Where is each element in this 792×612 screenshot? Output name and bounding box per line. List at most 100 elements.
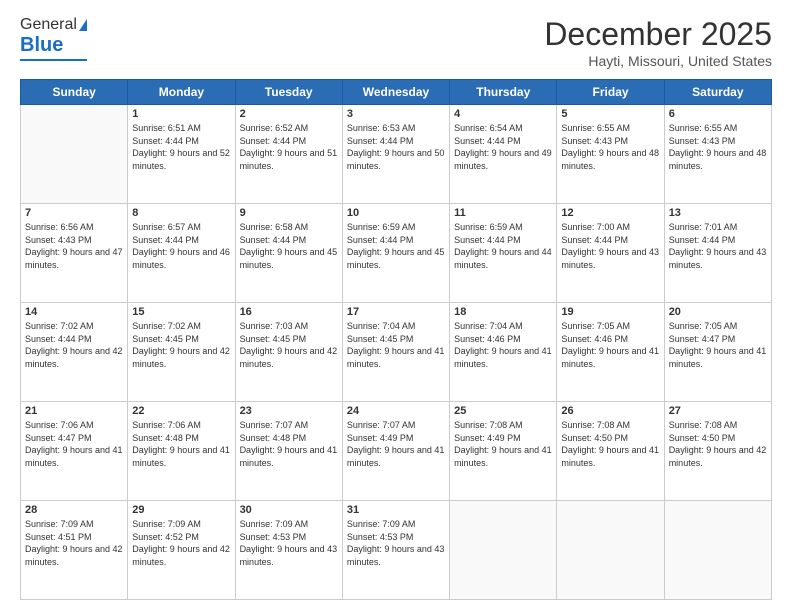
calendar-week-4: 28 Sunrise: 7:09 AMSunset: 4:51 PMDaylig… xyxy=(21,501,772,600)
day-info: Sunrise: 6:58 AMSunset: 4:44 PMDaylight:… xyxy=(240,221,338,271)
day-number: 29 xyxy=(132,504,230,516)
month-title: December 2025 xyxy=(544,16,772,53)
day-number: 24 xyxy=(347,405,445,417)
logo-triangle-icon xyxy=(79,19,87,31)
day-number: 13 xyxy=(669,207,767,219)
day-number: 7 xyxy=(25,207,123,219)
calendar-cell: 1 Sunrise: 6:51 AMSunset: 4:44 PMDayligh… xyxy=(128,105,235,204)
calendar-cell: 29 Sunrise: 7:09 AMSunset: 4:52 PMDaylig… xyxy=(128,501,235,600)
calendar-cell: 21 Sunrise: 7:06 AMSunset: 4:47 PMDaylig… xyxy=(21,402,128,501)
calendar-cell xyxy=(21,105,128,204)
weekday-header-monday: Monday xyxy=(128,80,235,105)
weekday-header-sunday: Sunday xyxy=(21,80,128,105)
logo-blue-text: Blue xyxy=(20,34,63,57)
page: General Blue December 2025 Hayti, Missou… xyxy=(0,0,792,612)
weekday-header-saturday: Saturday xyxy=(664,80,771,105)
calendar-cell: 9 Sunrise: 6:58 AMSunset: 4:44 PMDayligh… xyxy=(235,204,342,303)
day-info: Sunrise: 7:02 AMSunset: 4:44 PMDaylight:… xyxy=(25,320,123,370)
day-number: 16 xyxy=(240,306,338,318)
calendar-cell: 7 Sunrise: 6:56 AMSunset: 4:43 PMDayligh… xyxy=(21,204,128,303)
calendar-cell xyxy=(557,501,664,600)
day-number: 18 xyxy=(454,306,552,318)
day-number: 27 xyxy=(669,405,767,417)
day-number: 9 xyxy=(240,207,338,219)
day-number: 19 xyxy=(561,306,659,318)
calendar-cell: 13 Sunrise: 7:01 AMSunset: 4:44 PMDaylig… xyxy=(664,204,771,303)
day-number: 23 xyxy=(240,405,338,417)
day-number: 5 xyxy=(561,108,659,120)
header: General Blue December 2025 Hayti, Missou… xyxy=(20,16,772,69)
logo-underline xyxy=(20,59,87,61)
calendar-cell: 3 Sunrise: 6:53 AMSunset: 4:44 PMDayligh… xyxy=(342,105,449,204)
calendar-cell xyxy=(664,501,771,600)
calendar-cell: 26 Sunrise: 7:08 AMSunset: 4:50 PMDaylig… xyxy=(557,402,664,501)
calendar-cell: 31 Sunrise: 7:09 AMSunset: 4:53 PMDaylig… xyxy=(342,501,449,600)
day-info: Sunrise: 7:07 AMSunset: 4:48 PMDaylight:… xyxy=(240,419,338,469)
logo: General Blue xyxy=(20,16,87,61)
day-number: 17 xyxy=(347,306,445,318)
calendar-week-1: 7 Sunrise: 6:56 AMSunset: 4:43 PMDayligh… xyxy=(21,204,772,303)
calendar-cell: 11 Sunrise: 6:59 AMSunset: 4:44 PMDaylig… xyxy=(450,204,557,303)
calendar-cell: 17 Sunrise: 7:04 AMSunset: 4:45 PMDaylig… xyxy=(342,303,449,402)
day-info: Sunrise: 6:59 AMSunset: 4:44 PMDaylight:… xyxy=(454,221,552,271)
day-info: Sunrise: 6:56 AMSunset: 4:43 PMDaylight:… xyxy=(25,221,123,271)
day-number: 1 xyxy=(132,108,230,120)
day-number: 6 xyxy=(669,108,767,120)
day-info: Sunrise: 7:08 AMSunset: 4:50 PMDaylight:… xyxy=(561,419,659,469)
calendar-cell: 28 Sunrise: 7:09 AMSunset: 4:51 PMDaylig… xyxy=(21,501,128,600)
day-number: 2 xyxy=(240,108,338,120)
day-info: Sunrise: 7:08 AMSunset: 4:50 PMDaylight:… xyxy=(669,419,767,469)
day-number: 14 xyxy=(25,306,123,318)
calendar-cell: 19 Sunrise: 7:05 AMSunset: 4:46 PMDaylig… xyxy=(557,303,664,402)
day-number: 3 xyxy=(347,108,445,120)
location-text: Hayti, Missouri, United States xyxy=(544,53,772,69)
day-number: 11 xyxy=(454,207,552,219)
calendar-week-3: 21 Sunrise: 7:06 AMSunset: 4:47 PMDaylig… xyxy=(21,402,772,501)
calendar-cell: 14 Sunrise: 7:02 AMSunset: 4:44 PMDaylig… xyxy=(21,303,128,402)
weekday-header-friday: Friday xyxy=(557,80,664,105)
calendar-cell: 16 Sunrise: 7:03 AMSunset: 4:45 PMDaylig… xyxy=(235,303,342,402)
day-info: Sunrise: 7:07 AMSunset: 4:49 PMDaylight:… xyxy=(347,419,445,469)
day-number: 28 xyxy=(25,504,123,516)
day-info: Sunrise: 6:53 AMSunset: 4:44 PMDaylight:… xyxy=(347,122,445,172)
calendar-cell: 24 Sunrise: 7:07 AMSunset: 4:49 PMDaylig… xyxy=(342,402,449,501)
calendar-cell: 2 Sunrise: 6:52 AMSunset: 4:44 PMDayligh… xyxy=(235,105,342,204)
day-info: Sunrise: 7:09 AMSunset: 4:51 PMDaylight:… xyxy=(25,518,123,568)
day-number: 22 xyxy=(132,405,230,417)
day-number: 26 xyxy=(561,405,659,417)
calendar-cell: 15 Sunrise: 7:02 AMSunset: 4:45 PMDaylig… xyxy=(128,303,235,402)
day-info: Sunrise: 7:06 AMSunset: 4:48 PMDaylight:… xyxy=(132,419,230,469)
day-info: Sunrise: 7:09 AMSunset: 4:52 PMDaylight:… xyxy=(132,518,230,568)
day-number: 10 xyxy=(347,207,445,219)
calendar-cell: 5 Sunrise: 6:55 AMSunset: 4:43 PMDayligh… xyxy=(557,105,664,204)
day-info: Sunrise: 6:51 AMSunset: 4:44 PMDaylight:… xyxy=(132,122,230,172)
calendar-cell: 22 Sunrise: 7:06 AMSunset: 4:48 PMDaylig… xyxy=(128,402,235,501)
calendar-cell xyxy=(450,501,557,600)
day-info: Sunrise: 6:55 AMSunset: 4:43 PMDaylight:… xyxy=(669,122,767,172)
weekday-header-thursday: Thursday xyxy=(450,80,557,105)
day-info: Sunrise: 7:02 AMSunset: 4:45 PMDaylight:… xyxy=(132,320,230,370)
calendar-cell: 25 Sunrise: 7:08 AMSunset: 4:49 PMDaylig… xyxy=(450,402,557,501)
day-info: Sunrise: 6:55 AMSunset: 4:43 PMDaylight:… xyxy=(561,122,659,172)
day-info: Sunrise: 6:57 AMSunset: 4:44 PMDaylight:… xyxy=(132,221,230,271)
calendar-cell: 12 Sunrise: 7:00 AMSunset: 4:44 PMDaylig… xyxy=(557,204,664,303)
day-info: Sunrise: 7:09 AMSunset: 4:53 PMDaylight:… xyxy=(347,518,445,568)
logo-general-text: General xyxy=(20,16,77,34)
day-info: Sunrise: 7:00 AMSunset: 4:44 PMDaylight:… xyxy=(561,221,659,271)
day-info: Sunrise: 6:59 AMSunset: 4:44 PMDaylight:… xyxy=(347,221,445,271)
day-number: 4 xyxy=(454,108,552,120)
day-info: Sunrise: 7:05 AMSunset: 4:46 PMDaylight:… xyxy=(561,320,659,370)
calendar-cell: 8 Sunrise: 6:57 AMSunset: 4:44 PMDayligh… xyxy=(128,204,235,303)
calendar-week-2: 14 Sunrise: 7:02 AMSunset: 4:44 PMDaylig… xyxy=(21,303,772,402)
calendar-cell: 10 Sunrise: 6:59 AMSunset: 4:44 PMDaylig… xyxy=(342,204,449,303)
day-number: 25 xyxy=(454,405,552,417)
day-info: Sunrise: 7:01 AMSunset: 4:44 PMDaylight:… xyxy=(669,221,767,271)
weekday-header-row: SundayMondayTuesdayWednesdayThursdayFrid… xyxy=(21,80,772,105)
day-number: 20 xyxy=(669,306,767,318)
day-info: Sunrise: 6:52 AMSunset: 4:44 PMDaylight:… xyxy=(240,122,338,172)
calendar-cell: 23 Sunrise: 7:07 AMSunset: 4:48 PMDaylig… xyxy=(235,402,342,501)
day-number: 8 xyxy=(132,207,230,219)
day-info: Sunrise: 7:08 AMSunset: 4:49 PMDaylight:… xyxy=(454,419,552,469)
day-info: Sunrise: 7:06 AMSunset: 4:47 PMDaylight:… xyxy=(25,419,123,469)
day-number: 30 xyxy=(240,504,338,516)
